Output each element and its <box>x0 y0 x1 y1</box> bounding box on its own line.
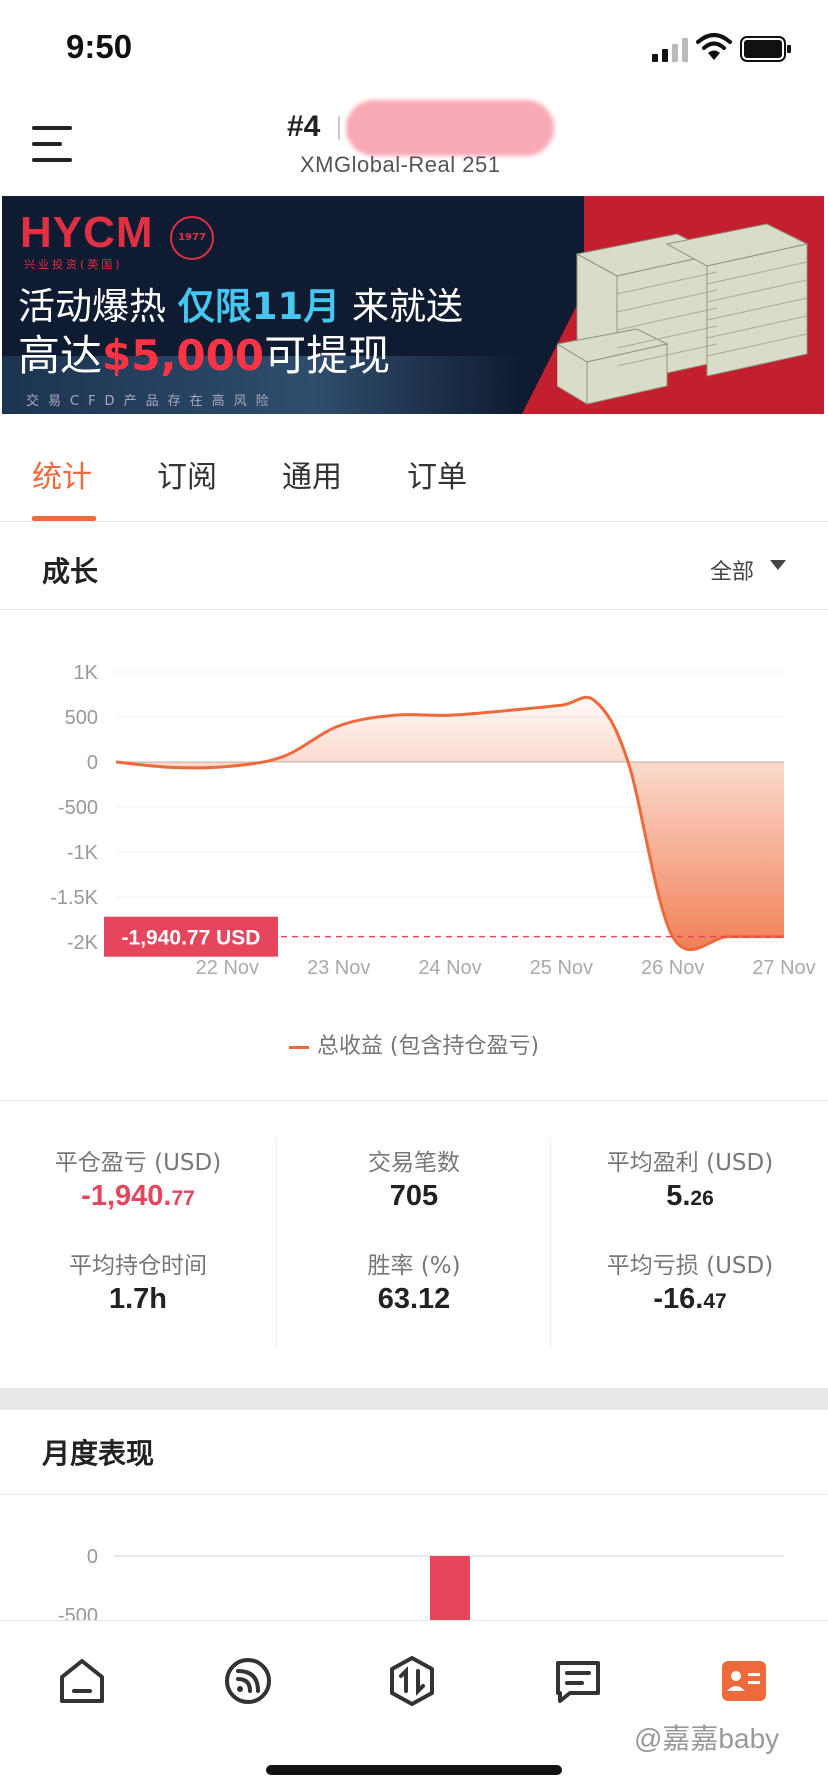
x-tick-label: 26 Nov <box>641 957 704 979</box>
stat-value: 1.7h <box>0 1283 276 1316</box>
monthly-bar <box>430 1556 470 1626</box>
title-divider <box>338 116 340 140</box>
stat-value-decimal: 77 <box>171 1187 195 1210</box>
account-rank: #4 <box>287 110 321 143</box>
wifi-icon <box>696 33 732 60</box>
monthly-chart: 0 -500 <box>0 1500 828 1627</box>
x-tick-label: 27 Nov <box>752 957 815 979</box>
stat-value-main: 705 <box>389 1180 439 1212</box>
stats-divider <box>550 1138 551 1348</box>
period-dropdown[interactable]: 全部 <box>710 554 754 586</box>
divider <box>0 1494 828 1495</box>
growth-section-header: 成长 全部 <box>0 522 828 610</box>
stat-value-main: 63.12 <box>377 1283 451 1315</box>
stat-value: -1,940.77 <box>0 1180 276 1213</box>
y-tick-label: 0 <box>87 752 98 774</box>
x-tick-label: 25 Nov <box>530 957 593 979</box>
y-tick-label: -1K <box>67 842 99 864</box>
tab-orders[interactable]: 订单 <box>407 452 467 496</box>
stat-value: 5.26 <box>552 1180 828 1213</box>
risk-disclaimer: 交易CFD产品存在高风险 <box>26 394 278 409</box>
stat-value: 63.12 <box>276 1283 552 1316</box>
redacted-account-name <box>346 100 554 156</box>
battery-icon <box>740 36 791 62</box>
stat-value: 705 <box>276 1180 552 1213</box>
active-tab-indicator <box>32 516 96 521</box>
status-time: 9:50 <box>66 28 133 65</box>
stat-label: 平均盈利 (USD) <box>606 1150 774 1176</box>
tab-subscribe[interactable]: 订阅 <box>157 452 217 496</box>
trade-icon[interactable] <box>386 1655 438 1707</box>
y-tick-label: -1.5K <box>50 887 98 909</box>
brand-logo: HYCM <box>20 208 154 257</box>
x-tick-label: 24 Nov <box>418 957 481 979</box>
menu-icon[interactable] <box>32 124 76 164</box>
signal-icon <box>652 38 688 62</box>
brand-seal: 1977 <box>170 216 214 260</box>
stat-value: -16.47 <box>552 1283 828 1316</box>
chevron-down-icon[interactable] <box>770 560 786 570</box>
promo-banner[interactable]: HYCM 兴业投资(英国) 1977 活动爆热 仅限11月 来就送 高达$5,0… <box>2 196 824 414</box>
money-stack-image <box>557 223 809 405</box>
monthly-ytick-0: 0 <box>87 1546 98 1568</box>
home-indicator[interactable] <box>266 1765 562 1775</box>
legend-label: 总收益 (包含持仓盈亏) <box>316 1034 540 1059</box>
stat-label: 平仓盈亏 (USD) <box>54 1150 222 1176</box>
brand-subtitle: 兴业投资(英国) <box>24 258 123 271</box>
tab-general[interactable]: 通用 <box>282 452 342 496</box>
stat-value-main: 1.7h <box>108 1283 168 1315</box>
stat-label: 平均持仓时间 <box>69 1253 207 1279</box>
home-icon[interactable] <box>56 1655 108 1707</box>
stat-value-decimal: 47 <box>703 1290 727 1313</box>
stat-label: 平均亏损 (USD) <box>606 1253 774 1279</box>
watermark: @嘉嘉baby <box>634 1723 780 1754</box>
current-value-label: -1,940.77 USD <box>122 927 261 950</box>
legend-swatch <box>288 1045 309 1049</box>
monthly-ytick-neg500: -500 <box>58 1605 98 1620</box>
account-server: XMGlobal-Real 251 <box>300 152 501 177</box>
stat-value-main: -1,940. <box>81 1180 172 1212</box>
message-icon[interactable] <box>552 1655 604 1707</box>
x-tick-label: 23 Nov <box>307 957 370 979</box>
monthly-performance-title: 月度表现 <box>42 1437 155 1470</box>
stats-divider <box>276 1138 277 1348</box>
tab-bar: 统计 订阅 通用 订单 <box>0 414 828 522</box>
y-tick-label: 500 <box>65 707 98 729</box>
stat-value-main: -16. <box>653 1283 704 1315</box>
y-tick-label: 1K <box>74 662 99 684</box>
chart-legend: 总收益 (包含持仓盈亏) <box>0 1028 828 1060</box>
y-tick-label: -2K <box>67 932 99 954</box>
divider <box>0 1100 828 1101</box>
promo-line-2: 高达$5,000可提现 <box>18 331 391 380</box>
stat-value-main: 5. <box>666 1180 691 1212</box>
stat-label: 胜率 (%) <box>367 1253 461 1279</box>
x-tick-label: 22 Nov <box>196 957 259 979</box>
growth-title: 成长 <box>42 555 99 588</box>
stat-value-decimal: 26 <box>690 1187 714 1210</box>
y-tick-label: -500 <box>58 797 98 819</box>
profile-card-icon[interactable] <box>718 1655 770 1707</box>
growth-chart: 1K 500 0 -500 -1K -1.5K -2K -1,940.77 USD 22 Nov… <box>0 610 828 979</box>
stat-label: 交易笔数 <box>368 1150 460 1176</box>
bottom-navigation: @嘉嘉baby <box>0 1620 828 1792</box>
tab-statistics[interactable]: 统计 <box>32 452 92 496</box>
section-gap <box>0 1388 828 1410</box>
feed-icon[interactable] <box>222 1655 274 1707</box>
growth-area <box>116 697 784 950</box>
